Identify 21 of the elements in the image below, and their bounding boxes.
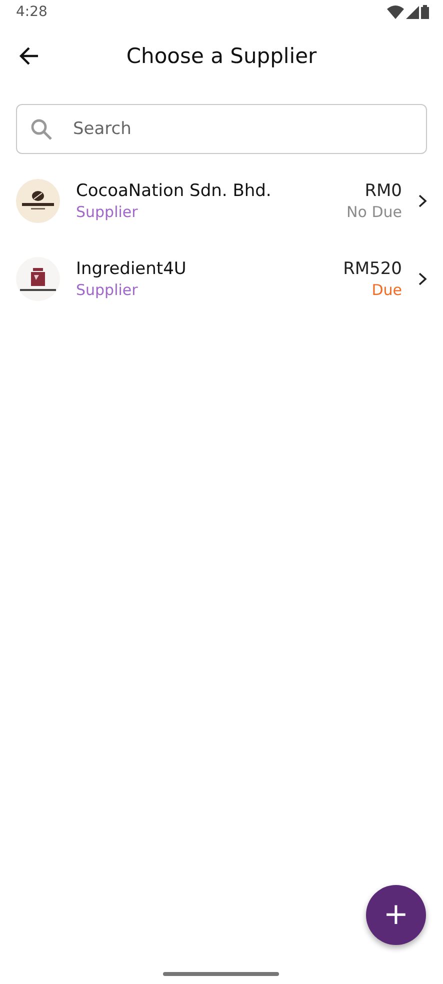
supplier-role: Supplier bbox=[76, 281, 139, 299]
due-status: No Due bbox=[346, 203, 402, 221]
search-icon bbox=[30, 118, 52, 140]
due-status: Due bbox=[372, 281, 402, 299]
supplier-name: CocoaNation Sdn. Bhd. bbox=[76, 181, 272, 201]
back-arrow-icon bbox=[18, 45, 40, 67]
page-title: Choose a Supplier bbox=[126, 44, 317, 68]
clock-time: 4:28 bbox=[16, 4, 48, 20]
amount: RM520 bbox=[343, 259, 402, 279]
wifi-icon bbox=[387, 5, 404, 19]
supplier-row[interactable]: Ingredient4U Supplier RM520 Due bbox=[0, 240, 443, 318]
signal-icon bbox=[406, 6, 419, 18]
chevron-icon bbox=[418, 194, 427, 208]
supplier-name: Ingredient4U bbox=[76, 259, 188, 279]
amount: RM0 bbox=[364, 181, 402, 201]
add-button[interactable]: + bbox=[366, 885, 426, 945]
supplier-role: Supplier bbox=[76, 203, 139, 221]
search-field[interactable]: Search bbox=[16, 104, 427, 154]
battery-icon bbox=[421, 5, 429, 19]
chevron-icon bbox=[418, 272, 427, 286]
supplier-row[interactable]: CocoaNation Sdn. Bhd. Supplier RM0 No Due bbox=[0, 162, 443, 240]
